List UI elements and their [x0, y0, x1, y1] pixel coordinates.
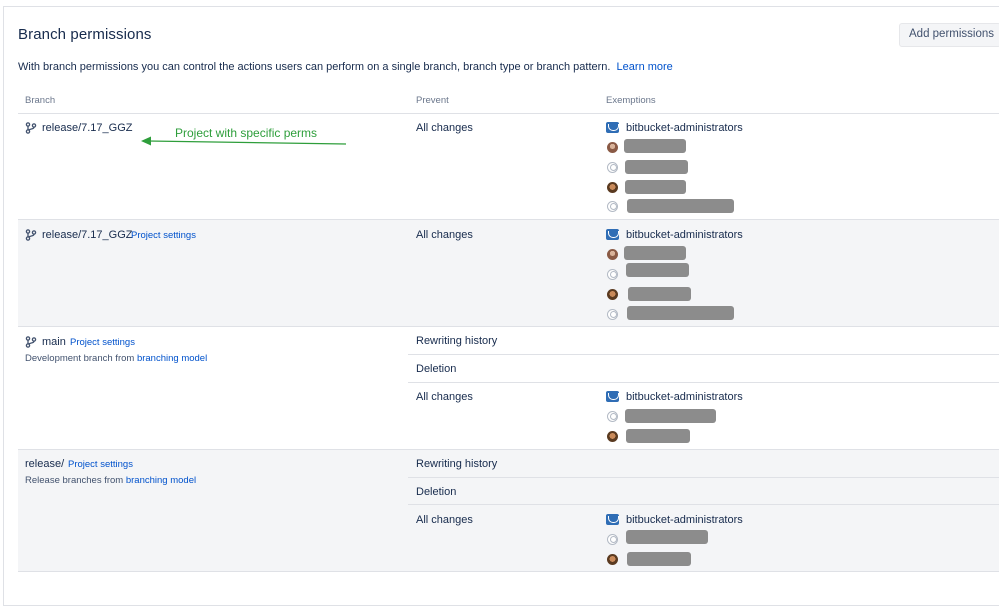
prevent-value: Rewriting history [416, 335, 498, 347]
redacted-user [627, 552, 691, 566]
redacted-user [625, 180, 686, 194]
prevent-value: All changes [416, 229, 473, 241]
avatar [607, 309, 618, 320]
avatar [607, 554, 618, 565]
project-settings-link[interactable]: Project settings [131, 230, 196, 241]
group-icon [606, 229, 619, 240]
branch-icon [25, 122, 37, 134]
avatar [607, 431, 618, 442]
sub-row-divider [408, 477, 999, 478]
exemption-group: bitbucket-administrators [626, 122, 743, 134]
avatar [607, 269, 618, 280]
sub-row-divider [408, 354, 999, 355]
description-text: With branch permissions you can control … [18, 61, 611, 73]
description-text: Release branches from [25, 475, 124, 486]
group-icon [606, 122, 619, 133]
branch-icon [25, 336, 37, 348]
branch-name: release/7.17_GGZ [42, 229, 133, 241]
description-text: Development branch from [25, 353, 135, 364]
project-settings-link[interactable]: Project settings [70, 337, 135, 348]
add-permissions-button[interactable]: Add permissions [899, 23, 999, 47]
column-header-exemptions: Exemptions [606, 95, 656, 106]
prevent-value: All changes [416, 391, 473, 403]
branch-name: release/ [25, 458, 65, 470]
prevent-value: Deletion [416, 486, 457, 498]
page-title: Branch permissions [18, 26, 152, 43]
group-icon [606, 391, 619, 402]
column-header-branch: Branch [25, 95, 56, 106]
avatar [607, 289, 618, 300]
group-icon [606, 514, 619, 525]
prevent-value: Deletion [416, 363, 457, 375]
sub-row-divider [408, 382, 999, 383]
learn-more-link[interactable]: Learn more [617, 61, 673, 73]
annotation-arrow-icon [141, 136, 347, 146]
exemption-group: bitbucket-administrators [626, 391, 743, 403]
avatar [607, 534, 618, 545]
prevent-value: Rewriting history [416, 458, 498, 470]
branching-model-link[interactable]: branching model [126, 475, 196, 486]
redacted-user [626, 530, 708, 544]
redacted-user [627, 306, 734, 320]
exemption-group: bitbucket-administrators [626, 229, 743, 241]
sub-row-divider [408, 504, 999, 505]
prevent-value: All changes [416, 514, 473, 526]
column-header-prevent: Prevent [416, 95, 449, 106]
prevent-value: All changes [416, 122, 473, 134]
redacted-user [625, 160, 688, 174]
branch-icon [25, 229, 37, 241]
exemption-group: bitbucket-administrators [626, 514, 743, 526]
branch-name: main [42, 336, 66, 348]
project-settings-link[interactable]: Project settings [68, 459, 133, 470]
branching-model-link[interactable]: branching model [137, 353, 207, 364]
branch-description: Release branches from branching model [25, 475, 196, 486]
avatar [607, 142, 618, 153]
redacted-user [627, 199, 734, 213]
redacted-user [626, 429, 690, 443]
avatar [607, 182, 618, 193]
row-divider [18, 571, 999, 572]
redacted-user [628, 287, 691, 301]
branch-description: Development branch from branching model [25, 353, 207, 364]
avatar [607, 249, 618, 260]
avatar [607, 162, 618, 173]
avatar [607, 201, 618, 212]
avatar [607, 411, 618, 422]
redacted-user [624, 139, 686, 153]
page-description: With branch permissions you can control … [18, 61, 673, 73]
header-divider [18, 113, 999, 114]
branch-name: release/7.17_GGZ [42, 122, 133, 134]
row-divider [18, 326, 999, 327]
redacted-user [626, 263, 689, 277]
redacted-user [625, 409, 716, 423]
table-row [18, 450, 999, 571]
redacted-user [624, 246, 686, 260]
